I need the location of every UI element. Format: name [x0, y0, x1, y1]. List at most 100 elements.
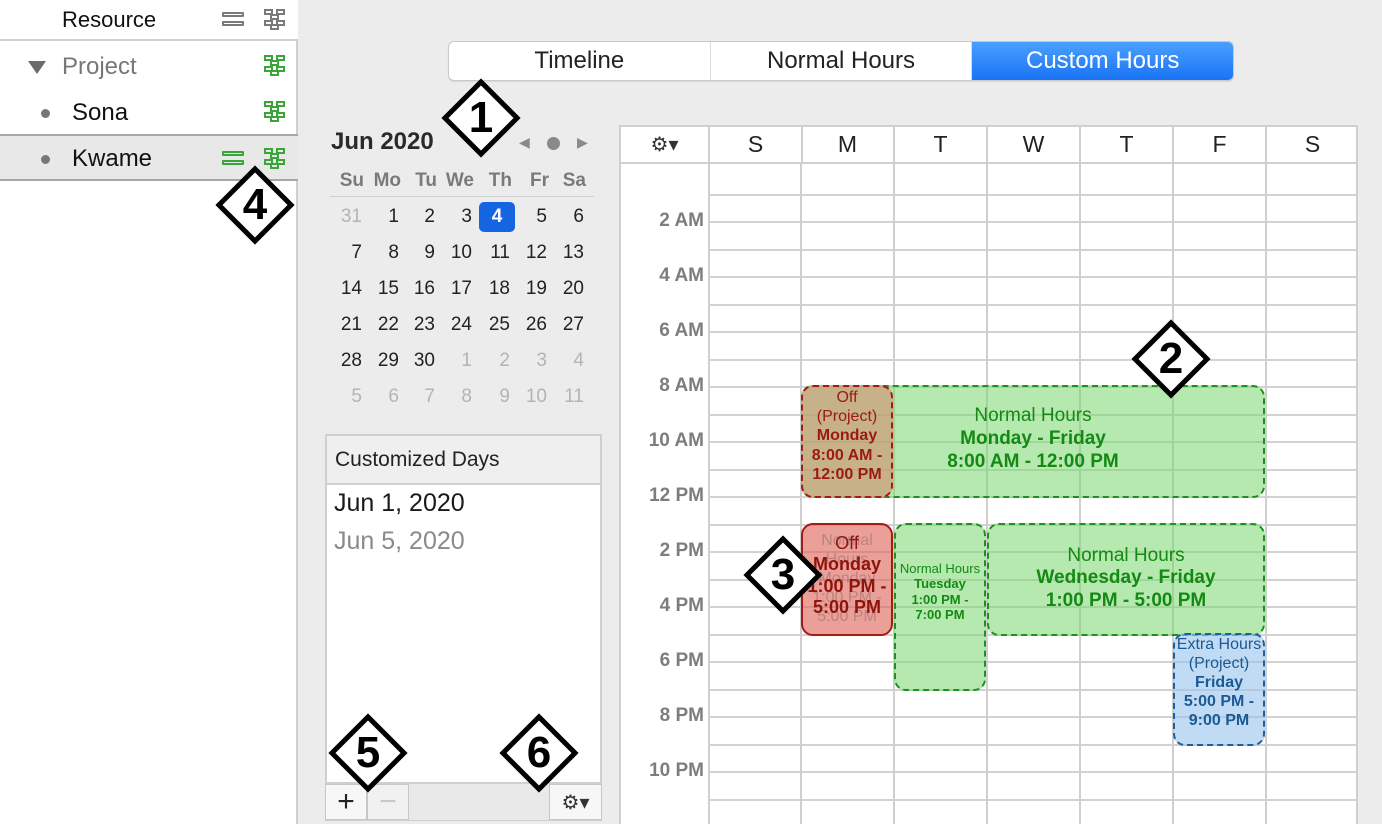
day-column-header: T [1081, 127, 1174, 164]
tab-normal-hours[interactable]: Normal Hours [711, 42, 973, 80]
view-mode-segmented-control: Timeline Normal Hours Custom Hours [448, 41, 1234, 81]
calendar-day[interactable]: 24 [438, 310, 474, 340]
resource-header: Resource [0, 0, 298, 41]
calendar-day[interactable]: 4 [550, 346, 586, 376]
calendar-day[interactable]: 5 [513, 202, 549, 232]
calendar-day[interactable]: 8 [365, 238, 401, 268]
calendar-day[interactable]: 19 [513, 274, 549, 304]
time-label: 6 AM [659, 320, 704, 341]
calendar-day[interactable]: 7 [328, 238, 364, 268]
bullet-icon [41, 109, 50, 118]
day-gridline [708, 164, 710, 824]
calendar-day[interactable]: 28 [328, 346, 364, 376]
tab-custom-hours[interactable]: Custom Hours [972, 42, 1233, 80]
calendar-day[interactable]: 26 [513, 310, 549, 340]
schedule-block-text: 5:00 PM - [1183, 693, 1255, 711]
list-item[interactable]: Jun 5, 2020 [327, 523, 600, 561]
grid-icon[interactable] [264, 8, 286, 30]
calendar-day[interactable]: 3 [438, 202, 474, 232]
next-month-icon[interactable]: ▶ [577, 134, 588, 151]
hour-gridline [710, 221, 1356, 223]
calendar-day[interactable]: 1 [438, 346, 474, 376]
schedule-block-text: 7:00 PM [915, 607, 965, 623]
calendar-day-selected[interactable]: 4 [479, 202, 515, 232]
schedule-block-text: Friday [1194, 673, 1243, 691]
calendar-day[interactable]: 27 [550, 310, 586, 340]
calendar-day[interactable]: 25 [476, 310, 512, 340]
calendar-day[interactable]: 9 [476, 382, 512, 412]
grid-icon[interactable] [264, 100, 286, 122]
calendar-day[interactable]: 7 [401, 382, 437, 412]
calendar-day[interactable]: 13 [550, 238, 586, 268]
schedule-block-text: 1:00 PM - 5:00 PM [1045, 590, 1207, 612]
schedule-block-text: (Project) [1188, 654, 1250, 672]
bars-icon[interactable] [222, 151, 244, 165]
hour-gridline [710, 358, 1356, 361]
schedule-block-text: 12:00 PM [812, 465, 882, 483]
time-label: 10 AM [648, 430, 704, 451]
day-gridline [1265, 164, 1267, 824]
sidebar-item-project[interactable]: Project [0, 43, 298, 89]
schedule-block[interactable]: Off (Project) Monday 8:00 AM -12:00 PM [801, 385, 893, 498]
calendar-day[interactable]: 29 [365, 346, 401, 376]
callout-marker: 3 [743, 535, 823, 615]
calendar-day[interactable]: 15 [365, 274, 401, 304]
sidebar-item-sona[interactable]: Sona [0, 89, 298, 135]
today-dot-icon[interactable] [547, 137, 560, 150]
sidebar-item-label: Kwame [72, 145, 153, 172]
calendar-day[interactable]: 6 [550, 202, 586, 232]
day-gridline [1356, 164, 1358, 824]
calendar-day[interactable]: 14 [328, 274, 364, 304]
calendar-day[interactable]: 17 [438, 274, 474, 304]
calendar-day[interactable]: 22 [365, 310, 401, 340]
day-column-header: S [710, 127, 803, 164]
hour-gridline [710, 276, 1356, 278]
callout-marker: 5 [328, 713, 408, 793]
calendar-day[interactable]: 16 [401, 274, 437, 304]
schedule-block-text: Extra Hours [1176, 635, 1262, 653]
calendar-day[interactable]: 11 [476, 238, 512, 268]
custom-hours-window: Resource Project Sona Kwame Timeline Nor… [0, 0, 1382, 824]
tab-timeline[interactable]: Timeline [449, 42, 711, 80]
weekday-label: Mo [373, 170, 401, 191]
calendar-day[interactable]: 2 [476, 346, 512, 376]
grid-gear-menu-button[interactable]: ⚙▾ [621, 127, 710, 164]
calendar-day[interactable]: 23 [401, 310, 437, 340]
calendar-day[interactable]: 3 [513, 346, 549, 376]
calendar-day[interactable]: 12 [513, 238, 549, 268]
resource-header-title: Resource [62, 7, 157, 32]
calendar-day[interactable]: 18 [476, 274, 512, 304]
day-column-header: F [1174, 127, 1267, 164]
schedule-block-text: Normal Hours [1067, 544, 1185, 566]
callout-number: 6 [526, 728, 552, 777]
grid-icon[interactable] [264, 54, 286, 76]
day-column-header: S [1267, 127, 1356, 164]
calendar-day[interactable]: 6 [365, 382, 401, 412]
schedule-block[interactable]: Extra Hours (Project) Friday 5:00 PM -9:00 … [1173, 632, 1265, 746]
sidebar-item-label: Project [62, 53, 137, 80]
time-label: 4 AM [659, 265, 704, 286]
disclosure-triangle-icon[interactable] [28, 61, 46, 74]
hour-gridline [710, 193, 1356, 196]
hour-gridline [710, 798, 1356, 801]
calendar-day[interactable]: 20 [550, 274, 586, 304]
calendar-day[interactable]: 30 [401, 346, 437, 376]
list-item[interactable]: Jun 1, 2020 [327, 485, 600, 523]
bars-icon[interactable] [222, 12, 244, 26]
calendar-day[interactable]: 1 [365, 202, 401, 232]
calendar-day[interactable]: 2 [401, 202, 437, 232]
weekday-label: Sa [562, 170, 586, 191]
time-label: 6 PM [659, 650, 704, 671]
calendar-day[interactable]: 31 [328, 202, 364, 232]
time-label: 8 AM [659, 375, 704, 396]
schedule-block[interactable]: Normal Hours Tuesday 1:00 PM -7:00 PM [894, 522, 986, 691]
calendar-day[interactable]: 21 [328, 310, 364, 340]
calendar-day[interactable]: 8 [438, 382, 474, 412]
calendar-day[interactable]: 10 [513, 382, 549, 412]
calendar-day[interactable]: 10 [438, 238, 474, 268]
calendar-day[interactable]: 9 [401, 238, 437, 268]
weekday-label: Th [488, 170, 512, 191]
calendar-day[interactable]: 5 [328, 382, 364, 412]
calendar-day[interactable]: 11 [550, 382, 586, 412]
schedule-block[interactable]: Normal Hours Wednesday - Friday 1:00 PM - … [987, 522, 1265, 636]
